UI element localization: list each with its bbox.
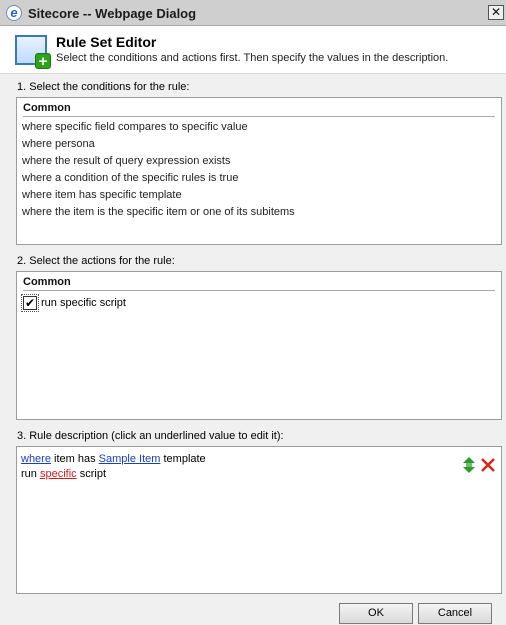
ok-button[interactable]: OK: [339, 603, 413, 624]
action-item-label: run specific script: [41, 297, 126, 309]
cancel-button[interactable]: Cancel: [418, 603, 492, 624]
close-button[interactable]: ✕: [488, 5, 504, 20]
sample-item-link[interactable]: Sample Item: [99, 453, 161, 465]
condition-item[interactable]: where specific field compares to specifi…: [22, 119, 496, 136]
dialog-content: 1. Select the conditions for the rule: C…: [0, 74, 506, 604]
plus-icon: +: [35, 53, 51, 70]
move-up-down-icon[interactable]: [463, 457, 475, 473]
condition-item[interactable]: where the item is the specific item or o…: [22, 204, 496, 221]
where-link[interactable]: where: [21, 453, 51, 465]
conditions-group-header: Common: [23, 102, 495, 117]
rule-editor-add-icon: +: [15, 35, 51, 70]
description-label: 3. Rule description (click an underlined…: [17, 430, 284, 442]
condition-item[interactable]: where item has specific template: [22, 187, 496, 204]
window-title: Sitecore -- Webpage Dialog: [28, 6, 197, 21]
actions-group-header: Common: [23, 276, 495, 291]
action-checkbox[interactable]: ✔: [21, 294, 39, 312]
dialog-title: Rule Set Editor: [56, 34, 157, 50]
ie-icon: e: [6, 5, 22, 21]
dialog-header: + Rule Set Editor Select the conditions …: [0, 26, 506, 74]
conditions-list: Common where specific field compares to …: [16, 97, 502, 245]
specific-link[interactable]: specific: [40, 468, 77, 480]
delete-icon[interactable]: [481, 458, 495, 472]
dialog-subtitle: Select the conditions and actions first.…: [56, 52, 449, 64]
condition-item[interactable]: where the result of query expression exi…: [22, 153, 496, 170]
description-text: script: [79, 468, 106, 480]
description-line-condition: where item has Sample Item template: [21, 452, 501, 467]
rule-description-box: where item has Sample Item template run …: [16, 446, 502, 594]
actions-list: Common ✔ run specific script: [16, 271, 502, 420]
condition-item[interactable]: where a condition of the specific rules …: [22, 170, 496, 187]
description-text: item has: [54, 453, 96, 465]
description-icons: [463, 457, 495, 473]
description-line-action: run specific script: [21, 467, 501, 482]
actions-label: 2. Select the actions for the rule:: [17, 255, 175, 267]
conditions-label: 1. Select the conditions for the rule:: [17, 81, 190, 93]
condition-item[interactable]: where persona: [22, 136, 496, 153]
description-text: run: [21, 468, 37, 480]
action-item[interactable]: ✔ run specific script: [21, 294, 495, 312]
description-text: template: [163, 453, 206, 465]
title-bar: e Sitecore -- Webpage Dialog ✕: [0, 0, 506, 26]
